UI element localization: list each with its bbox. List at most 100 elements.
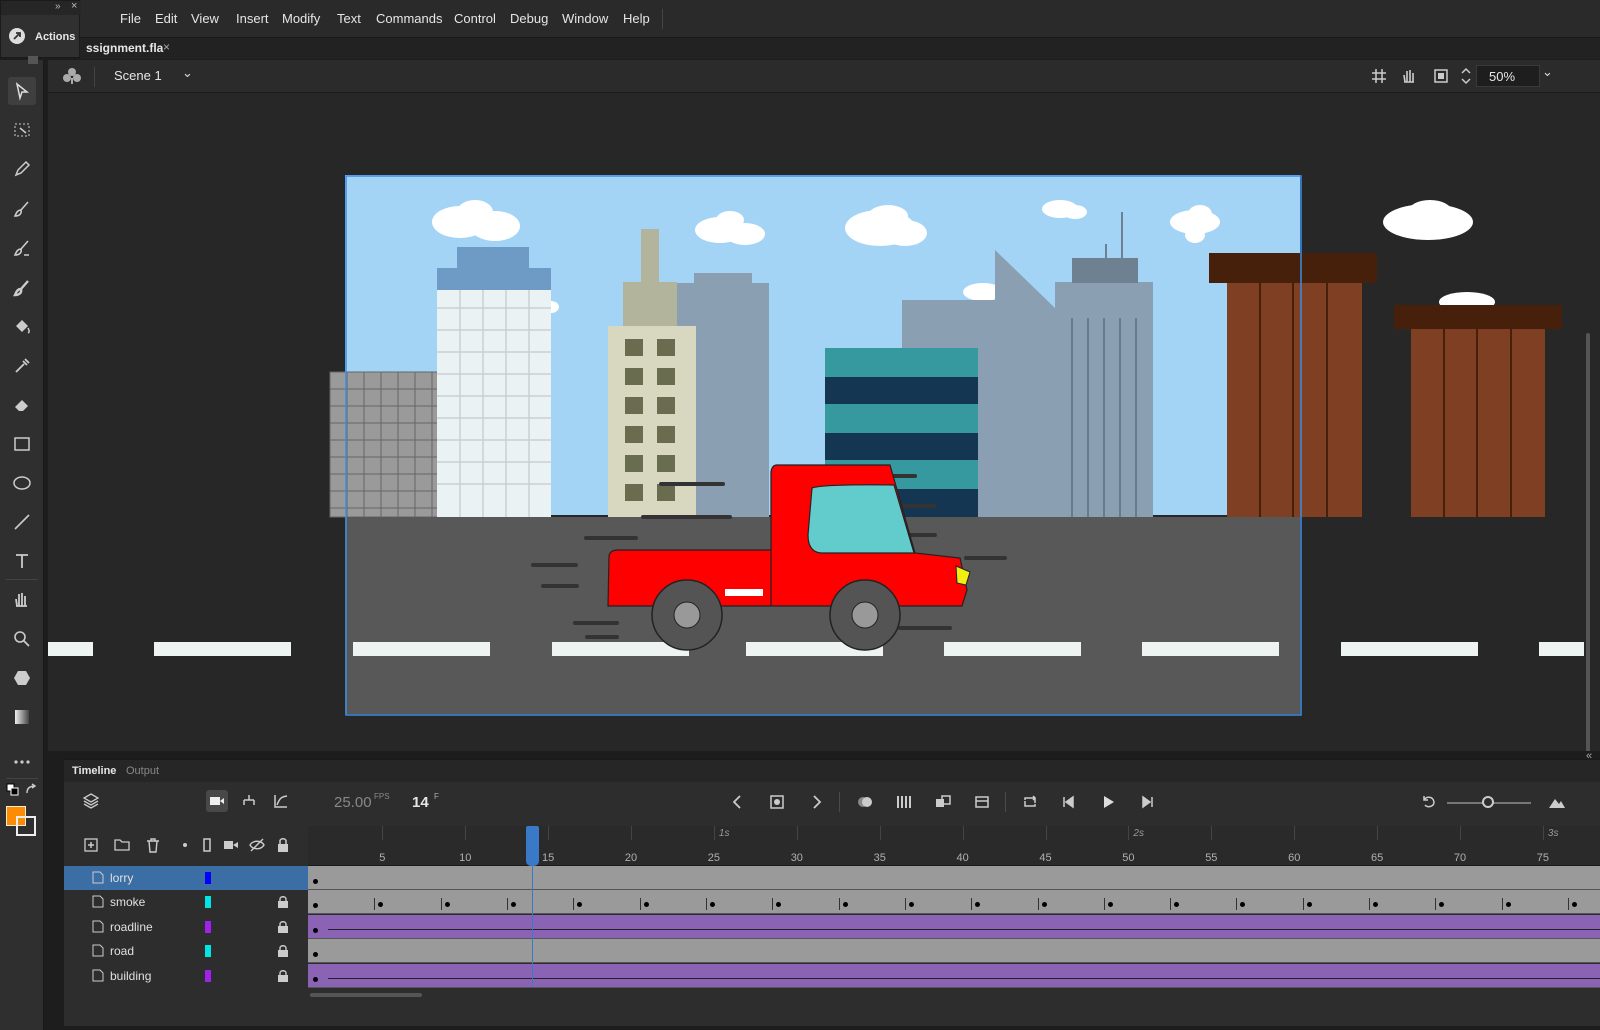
keyframe[interactable] [313,952,318,958]
line-tool-icon[interactable] [8,508,36,536]
layer-name[interactable]: roadline [110,920,153,934]
paint-bucket-tool-icon[interactable] [8,313,36,341]
lock-icon[interactable] [277,895,289,914]
paint-brush-tool-icon[interactable] [8,234,36,262]
clip-canvas-icon[interactable] [1432,67,1450,85]
menu-modify[interactable]: Modify [282,11,320,26]
edit-multiple-frames-icon[interactable] [893,791,915,813]
keyframe[interactable] [908,902,914,908]
menu-edit[interactable]: Edit [155,11,177,26]
layers-icon[interactable] [80,790,102,812]
menu-text[interactable]: Text [337,11,361,26]
keyframe[interactable] [842,902,848,908]
actions-panel-header[interactable]: » × [1,0,81,15]
lock-icon[interactable] [277,969,289,988]
snap-icon[interactable] [1370,67,1388,85]
layer-name[interactable]: lorry [110,871,133,885]
step-forward-icon[interactable] [1136,791,1158,813]
keyframe[interactable] [313,976,318,982]
layer-color-swatch[interactable] [205,872,211,884]
rectangle-tool-icon[interactable] [8,430,36,458]
swap-colors-icon[interactable] [24,783,38,797]
delete-layer-icon[interactable] [142,834,164,856]
fluid-brush-tool-icon[interactable] [8,274,36,302]
menu-insert[interactable]: Insert [236,11,269,26]
frame-ruler[interactable]: 5 10 15 20 25 30 35 40 45 50 55 60 65 70 75 1s 2s 3s [308,826,1600,866]
text-tool-icon[interactable] [8,547,36,575]
layer-name[interactable]: building [110,969,151,983]
play-icon[interactable] [1097,791,1119,813]
loop-icon[interactable] [1019,791,1041,813]
keyframe[interactable] [313,903,318,909]
keyframe[interactable] [1240,902,1246,908]
menu-window[interactable]: Window [562,11,608,26]
lock-icon[interactable] [277,920,289,939]
zoom-stepper-icon[interactable] [1460,65,1472,87]
layer-parenting-icon[interactable] [238,790,260,812]
layer-row-roadline[interactable]: roadline [64,914,308,939]
layer-row-smoke[interactable]: smoke [64,890,308,915]
close-icon[interactable]: × [71,0,77,12]
tab-output[interactable]: Output [126,765,159,777]
scene-icon[interactable] [62,66,82,86]
pasteboard[interactable] [48,93,1600,751]
hand-rotate-icon[interactable] [1400,67,1418,85]
collapse-icon[interactable]: » [55,1,61,12]
new-layer-icon[interactable] [80,834,102,856]
keyframe[interactable] [709,902,715,908]
zoom-chevron-down-icon[interactable]: ⌄ [1542,64,1553,80]
default-colors-icon[interactable] [6,783,20,797]
pencil-tool-icon[interactable] [8,155,36,183]
keyframe[interactable] [776,902,782,908]
tab-close-icon[interactable]: × [163,40,170,54]
lock-icon[interactable] [277,944,289,963]
highlight-layer-icon[interactable] [174,834,196,856]
keyframe[interactable] [643,902,649,908]
zoom-tool-icon[interactable] [8,625,36,653]
hide-all-layers-icon[interactable] [246,834,268,856]
prev-keyframe-icon[interactable] [727,791,749,813]
polystar-tool-icon[interactable] [8,664,36,692]
keyframe[interactable] [1373,902,1379,908]
panel-collapse-icon[interactable]: « [1586,750,1592,762]
keyframe[interactable] [1041,902,1047,908]
graph-icon[interactable] [270,790,292,812]
classic-tween-icon[interactable] [971,791,993,813]
menu-help[interactable]: Help [623,11,650,26]
lock-all-layers-icon[interactable] [272,834,294,856]
layer-row-building[interactable]: building [64,963,308,988]
frames-row-roadline[interactable] [308,914,1600,939]
attach-camera-icon[interactable] [220,834,242,856]
timeline-scrollbar[interactable] [310,993,422,997]
keyframe[interactable] [444,902,450,908]
current-frame-value[interactable]: 14 [412,794,429,811]
keyframe[interactable] [510,902,516,908]
create-tween-icon[interactable] [932,791,954,813]
layer-name[interactable]: road [110,944,134,958]
frames-row-road[interactable] [308,939,1600,964]
tab-timeline[interactable]: Timeline [72,765,116,777]
mountain-icon[interactable] [1546,791,1568,813]
hand-tool-icon[interactable] [8,586,36,614]
keyframe[interactable] [378,902,384,908]
brush-tool-icon[interactable] [8,195,36,223]
keyframe[interactable] [1439,902,1445,908]
outline-toggle-icon[interactable] [196,834,218,856]
menu-file[interactable]: File [120,11,141,26]
new-folder-icon[interactable] [111,834,133,856]
keyframe[interactable] [1572,902,1578,908]
insert-keyframe-icon[interactable] [766,791,788,813]
chevron-down-icon[interactable]: ⌄ [182,65,193,81]
layer-color-swatch[interactable] [205,896,211,909]
keyframe[interactable] [1306,902,1312,908]
menu-commands[interactable]: Commands [376,11,442,26]
reset-view-icon[interactable] [1418,791,1440,813]
gradient-tool-icon[interactable] [8,703,36,731]
layer-color-swatch[interactable] [205,945,211,958]
menu-debug[interactable]: Debug [510,11,548,26]
document-tab[interactable]: ssignment.fla [86,41,163,55]
camera-icon[interactable] [206,790,228,812]
zoom-field[interactable]: 50% [1476,65,1540,87]
keyframe[interactable] [313,927,318,933]
fps-value[interactable]: 25.00 [334,794,372,811]
